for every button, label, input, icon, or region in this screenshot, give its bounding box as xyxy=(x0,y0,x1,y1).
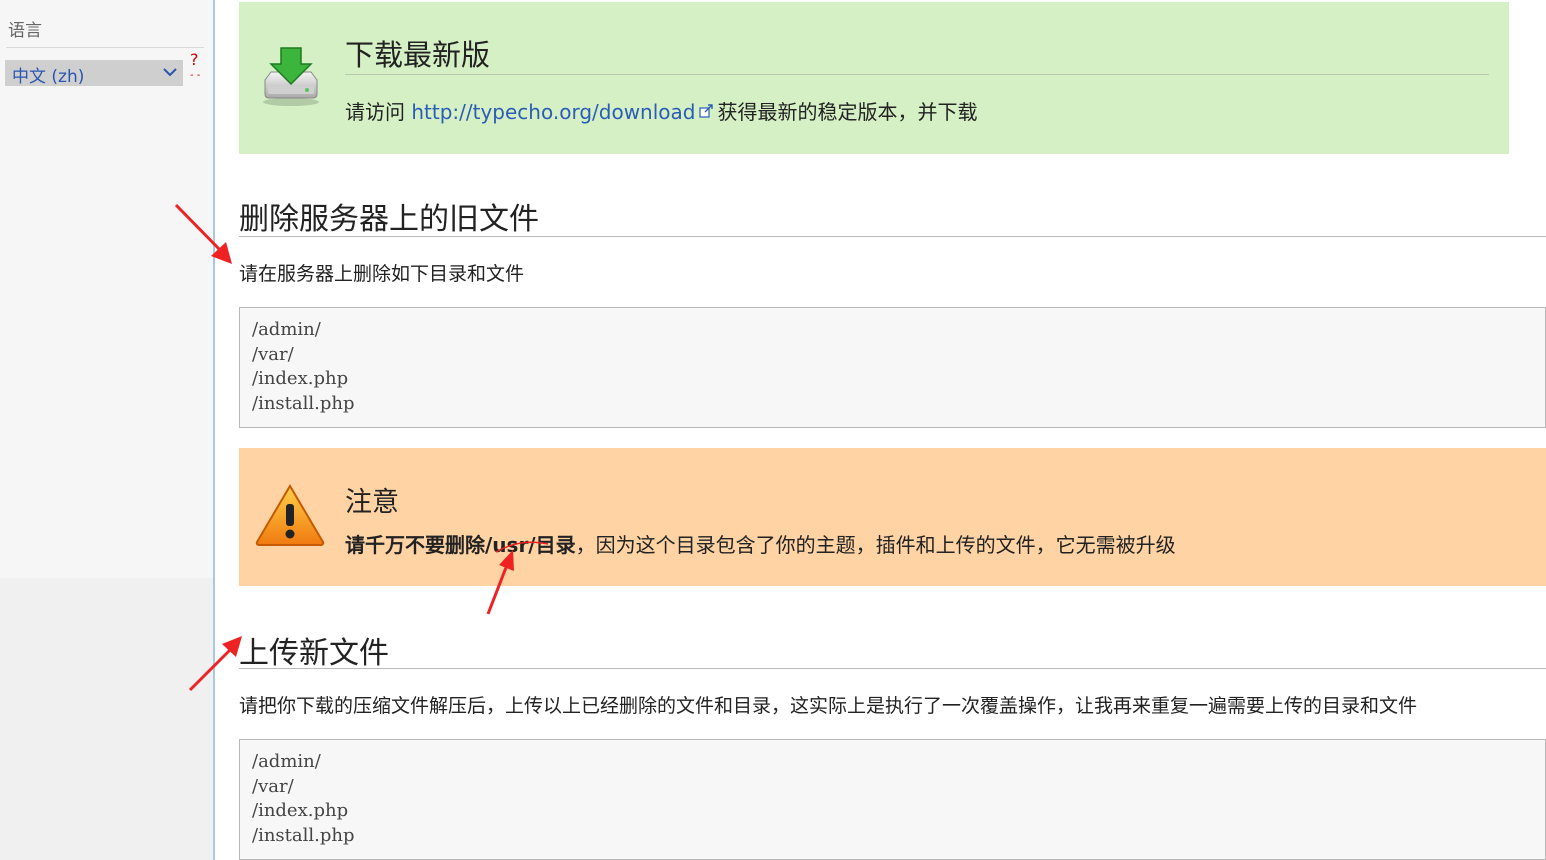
language-divider xyxy=(6,47,204,48)
file-path: /install.php xyxy=(252,392,355,414)
delete-file-list: /admin/ /var/ /index.php /install.php xyxy=(239,307,1546,428)
sidebar: 语言 中文 (zh) ? - - xyxy=(0,0,215,860)
download-link[interactable]: http://typecho.org/download xyxy=(411,100,695,124)
language-title: 语言 xyxy=(8,21,42,41)
chevron-down-icon xyxy=(162,60,178,89)
file-path: /admin/ xyxy=(252,319,321,340)
file-path: /admin/ xyxy=(252,751,321,772)
delete-section-title: 删除服务器上的旧文件 xyxy=(239,202,539,237)
download-title-rule xyxy=(345,74,1489,75)
file-path: /var/ xyxy=(252,343,294,365)
notice-text: 请千万不要删除/usr/目录，因为这个目录包含了你的主题，插件和上传的文件，它无… xyxy=(345,533,1176,557)
language-help-link[interactable]: ? xyxy=(190,52,199,68)
main-content: 下载最新版 请访问 http://typecho.org/download 获得… xyxy=(239,0,1546,860)
download-text: 请访问 http://typecho.org/download 获得最新的稳定版… xyxy=(345,99,978,124)
download-box: 下载最新版 请访问 http://typecho.org/download 获得… xyxy=(239,2,1509,154)
upload-file-list: /admin/ /var/ /index.php /install.php xyxy=(239,739,1546,860)
notice-bold-text: 请千万不要删除/usr/目录 xyxy=(345,533,576,557)
delete-section-description: 请在服务器上删除如下目录和文件 xyxy=(239,263,525,285)
language-select[interactable]: 中文 (zh) xyxy=(5,60,183,89)
file-path: /install.php xyxy=(252,824,355,846)
warning-icon xyxy=(253,482,327,552)
file-path: /var/ xyxy=(252,775,294,797)
upload-section-rule xyxy=(239,668,1546,669)
download-title: 下载最新版 xyxy=(345,38,491,72)
external-link-icon xyxy=(699,99,714,123)
upload-section-title: 上传新文件 xyxy=(239,636,389,671)
file-path: /index.php xyxy=(252,368,349,389)
upload-section-description: 请把你下载的压缩文件解压后，上传以上已经删除的文件和目录，这实际上是执行了一次覆… xyxy=(239,695,1418,717)
notice-title: 注意 xyxy=(345,487,399,518)
download-icon xyxy=(259,44,323,112)
notice-box: 注意 请千万不要删除/usr/目录，因为这个目录包含了你的主题，插件和上传的文件… xyxy=(239,448,1546,586)
sidebar-lower-panel xyxy=(0,578,213,860)
help-underline: - - xyxy=(190,70,201,81)
language-select-value: 中文 (zh) xyxy=(12,67,85,87)
file-path: /index.php xyxy=(252,800,349,821)
delete-section-rule xyxy=(239,236,1546,237)
